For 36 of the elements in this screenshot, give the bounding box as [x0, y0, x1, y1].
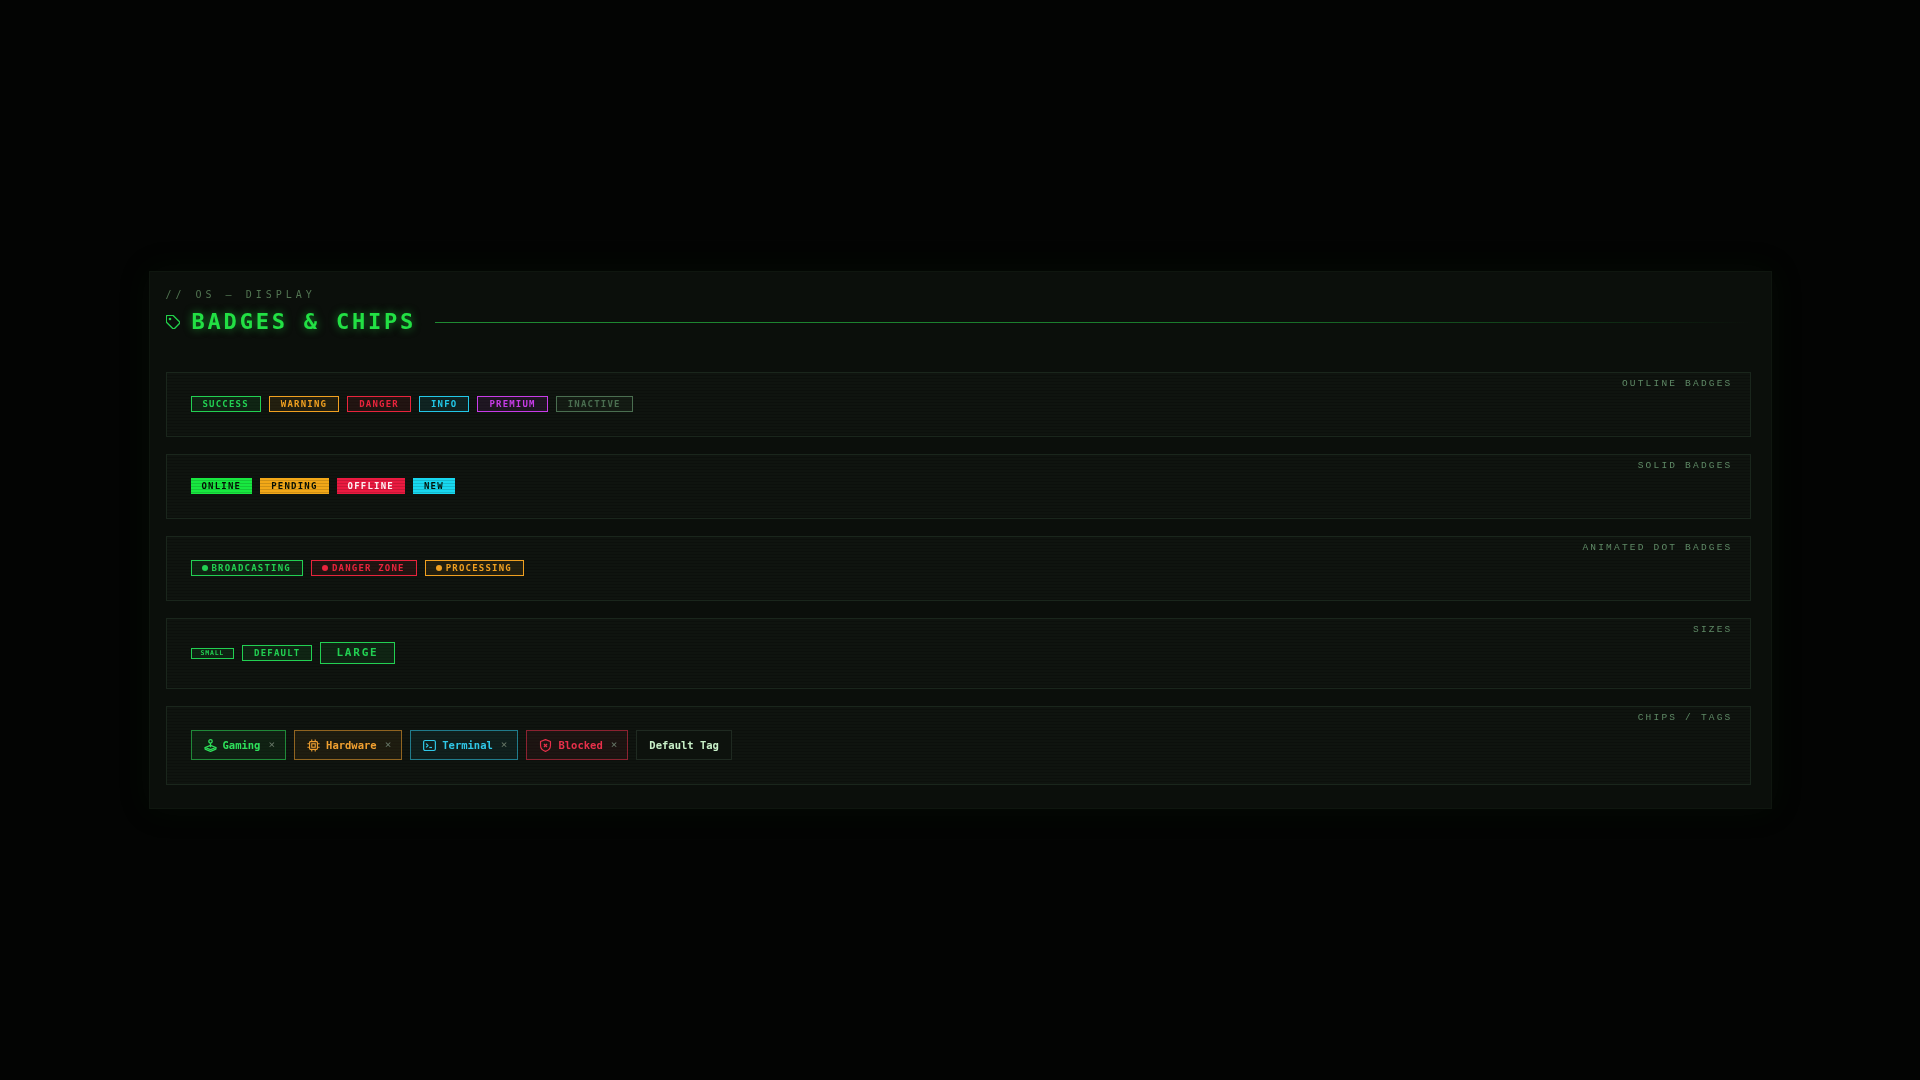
badge-label: DANGER ZONE	[331, 562, 405, 575]
chip-label: Hardware	[326, 738, 377, 752]
joystick-icon	[203, 738, 217, 752]
chip-label: Gaming	[222, 738, 261, 752]
section-label: CHIPS / TAGS	[1637, 712, 1733, 724]
section-label: SIZES	[1693, 624, 1733, 636]
remove-button[interactable]: ×	[610, 738, 618, 752]
status-badge: SUCCESS	[190, 396, 261, 412]
section-label: OUTLINE BADGES	[1621, 378, 1733, 390]
status-badge: PREMIUM	[477, 396, 548, 412]
chip-label: Default Tag	[649, 738, 719, 752]
cpu-chip-icon	[307, 738, 321, 752]
status-badge: ONLINE	[190, 478, 253, 494]
status-badge: DANGER	[347, 396, 411, 412]
status-badge: PENDING	[260, 478, 329, 494]
page-title: BADGES & CHIPS	[191, 310, 417, 334]
terminal-icon	[423, 738, 437, 752]
remove-button[interactable]: ×	[500, 738, 508, 752]
section-label: SOLID BADGES	[1637, 460, 1733, 472]
breadcrumb-text: // OS — DISPLAY	[165, 288, 316, 302]
status-badge: OFFLINE	[336, 478, 405, 494]
shield-x-icon	[539, 738, 553, 752]
status-badge: INFO	[418, 396, 470, 412]
status-badge: LARGE	[320, 642, 395, 664]
section-label: ANIMATED DOT BADGES	[1582, 542, 1733, 554]
remove-button[interactable]: ×	[384, 738, 392, 752]
remove-button[interactable]: ×	[268, 738, 276, 752]
chip-label: Blocked	[558, 738, 603, 752]
status-badge: DEFAULT	[242, 645, 313, 661]
chip-label: Terminal	[442, 738, 493, 752]
status-badge: WARNING	[268, 396, 340, 412]
tag-icon	[165, 315, 180, 329]
status-badge: INACTIVE	[555, 396, 633, 412]
badge-label: PROCESSING	[445, 562, 512, 575]
badge-label: BROADCASTING	[211, 562, 291, 575]
status-badge: NEW	[412, 478, 455, 494]
